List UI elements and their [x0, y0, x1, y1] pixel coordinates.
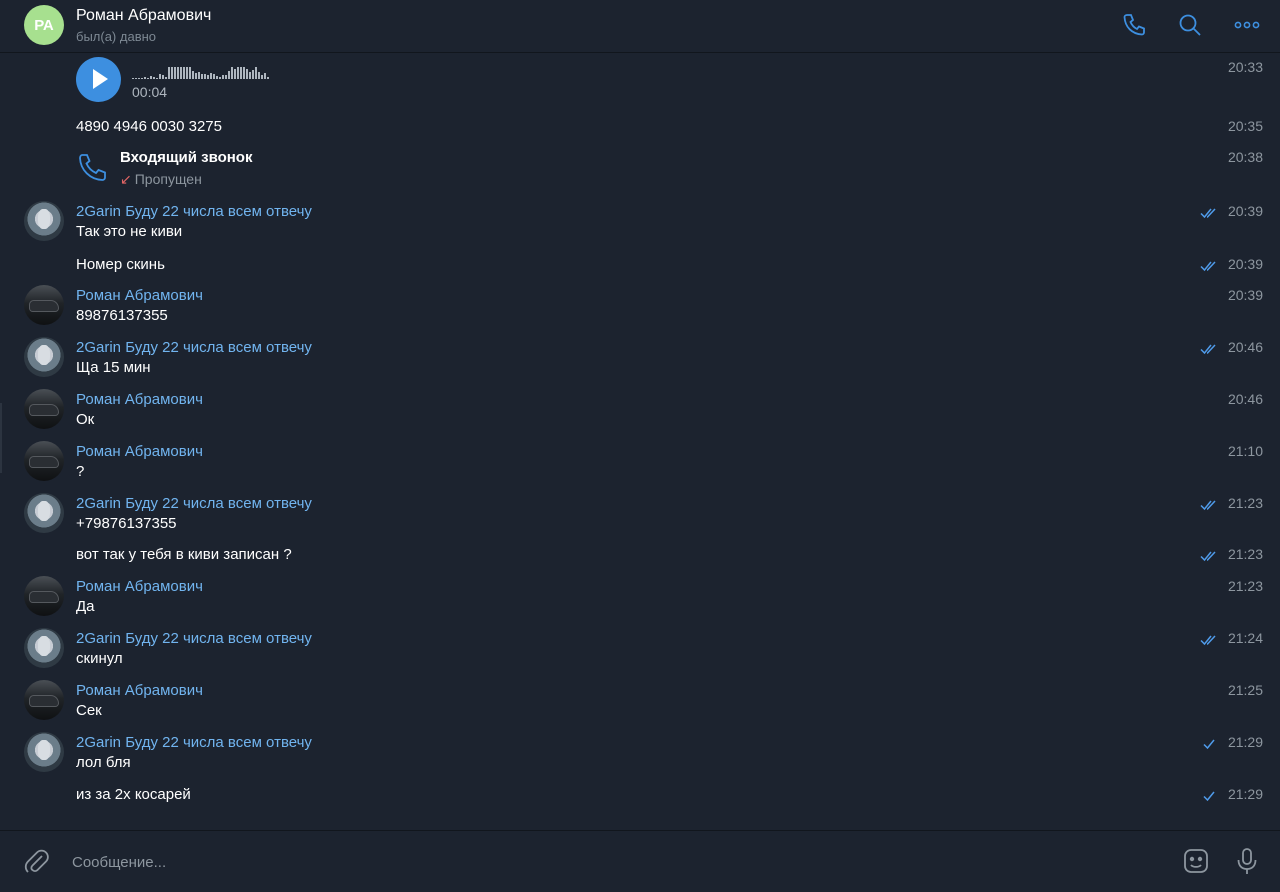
message-text: Ща 15 мин [76, 359, 151, 376]
sender-avatar[interactable] [24, 732, 64, 772]
call-title: Входящий звонок [120, 149, 253, 166]
call-message: Входящий звонок ↙ Пропущен 20:38 [0, 53, 1280, 193]
contact-status: был(а) давно [76, 29, 157, 44]
sender-name[interactable]: 2Garin Буду 22 числа всем отвечу [76, 734, 312, 751]
sender-name[interactable]: 2Garin Буду 22 числа всем отвечу [76, 495, 312, 512]
sender-name[interactable]: 2Garin Буду 22 числа всем отвечу [76, 630, 312, 647]
search-icon[interactable] [1177, 12, 1203, 38]
phone-icon[interactable] [1121, 12, 1147, 38]
call-status-text: Пропущен [134, 171, 202, 187]
message-text: ? [76, 463, 85, 480]
contact-name[interactable]: Роман Абрамович [76, 7, 211, 25]
message-time: 21:23 [1227, 546, 1263, 562]
sender-avatar[interactable] [24, 389, 64, 429]
message-time: 20:39 [1227, 203, 1263, 219]
message-text: Ок [76, 411, 95, 428]
message-text: скинул [76, 650, 123, 667]
message-row: 2Garin Буду 22 числа всем отвечу скинул 21… [0, 628, 1280, 674]
message-time: 20:38 [1227, 149, 1263, 165]
call-icon[interactable] [76, 152, 108, 184]
sender-avatar[interactable] [24, 628, 64, 668]
read-double-check-icon [1200, 206, 1218, 219]
message-time: 21:24 [1227, 630, 1263, 646]
message-text: вот так у тебя в киви записан ? [76, 546, 292, 563]
microphone-icon[interactable] [1233, 847, 1261, 875]
composer [0, 830, 1280, 892]
contact-avatar[interactable]: РА [24, 5, 64, 45]
message-time: 21:25 [1227, 682, 1263, 698]
sticker-icon[interactable] [1182, 847, 1210, 875]
message-text: 89876137355 [76, 307, 168, 324]
message-text: Сек [76, 702, 102, 719]
message-row: Роман Абрамович Ок 20:46 [0, 389, 1280, 435]
sender-avatar[interactable] [24, 493, 64, 533]
more-icon[interactable] [1234, 12, 1260, 38]
sender-avatar[interactable] [24, 680, 64, 720]
sender-name[interactable]: Роман Абрамович [76, 578, 203, 595]
read-double-check-icon [1200, 549, 1218, 562]
read-double-check-icon [1200, 633, 1218, 646]
message-input[interactable] [70, 847, 1154, 877]
message-row: 2Garin Буду 22 числа всем отвечу Так это … [0, 201, 1280, 247]
message-row: 2Garin Буду 22 числа всем отвечу Ща 15 ми… [0, 337, 1280, 383]
message-row: Роман Абрамович 89876137355 20:39 [0, 285, 1280, 331]
sender-name[interactable]: Роман Абрамович [76, 391, 203, 408]
message-time: 21:29 [1227, 786, 1263, 802]
message-row: 2Garin Буду 22 числа всем отвечу +7987613… [0, 493, 1280, 539]
sender-avatar[interactable] [24, 576, 64, 616]
attach-icon[interactable] [22, 847, 50, 875]
message-text: из за 2х косарей [76, 786, 191, 803]
sender-name[interactable]: Роман Абрамович [76, 287, 203, 304]
message-text: Да [76, 598, 95, 615]
message-text: лол бля [76, 754, 131, 771]
message-time: 20:39 [1227, 287, 1263, 303]
chat-header: РА Роман Абрамович был(а) давно [0, 0, 1280, 53]
read-double-check-icon [1200, 342, 1218, 355]
read-double-check-icon [1200, 498, 1218, 511]
message-text: Номер скинь [76, 256, 165, 273]
sender-avatar[interactable] [24, 441, 64, 481]
sent-check-icon [1200, 789, 1218, 802]
message-text: +79876137355 [76, 515, 177, 532]
message-time: 21:23 [1227, 495, 1263, 511]
call-status: ↙ Пропущен [120, 171, 202, 188]
sender-avatar[interactable] [24, 285, 64, 325]
message-row: Роман Абрамович Сек 21:25 [0, 680, 1280, 726]
sent-check-icon [1200, 737, 1218, 750]
sender-avatar[interactable] [24, 337, 64, 377]
message-row: Роман Абрамович Да 21:23 [0, 576, 1280, 622]
message-row: из за 2х косарей 21:29 [0, 783, 1280, 829]
message-row: 2Garin Буду 22 числа всем отвечу лол бля 2… [0, 732, 1280, 778]
message-time: 21:29 [1227, 734, 1263, 750]
missed-arrow-icon: ↙ [120, 171, 132, 187]
sender-name[interactable]: 2Garin Буду 22 числа всем отвечу [76, 203, 312, 220]
read-double-check-icon [1200, 259, 1218, 272]
sender-name[interactable]: Роман Абрамович [76, 682, 203, 699]
sender-name[interactable]: Роман Абрамович [76, 443, 203, 460]
message-time: 21:10 [1227, 443, 1263, 459]
message-time: 20:46 [1227, 339, 1263, 355]
message-time: 21:23 [1227, 578, 1263, 594]
message-time: 20:46 [1227, 391, 1263, 407]
sender-avatar[interactable] [24, 201, 64, 241]
message-text: Так это не киви [76, 223, 183, 240]
message-row: Роман Абрамович? 21:10 [0, 441, 1280, 487]
message-time: 20:39 [1227, 256, 1263, 272]
message-list[interactable]: 00:04 20:33 4890 4946 0030 3275 20:35 Вх… [0, 53, 1280, 830]
sender-name[interactable]: 2Garin Буду 22 числа всем отвечу [76, 339, 312, 356]
